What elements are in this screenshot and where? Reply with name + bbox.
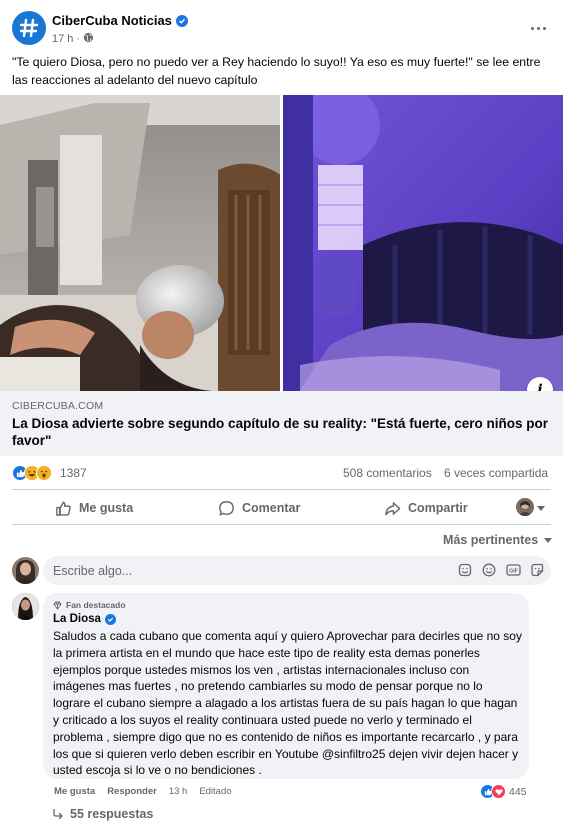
verified-icon <box>175 14 188 27</box>
link-title: La Diosa advierte sobre segundo capítulo… <box>12 416 549 448</box>
page-name[interactable]: CiberCuba Noticias <box>52 13 172 28</box>
post-time[interactable]: 17 h <box>52 33 73 45</box>
svg-text:GIF: GIF <box>509 569 518 575</box>
post-meta: 17 h · <box>52 32 94 46</box>
comment-edited: Editado <box>199 786 232 797</box>
more-options-button[interactable] <box>526 18 550 38</box>
fan-badge-label: Fan destacado <box>66 600 126 610</box>
comments-count[interactable]: 508 comentarios <box>343 466 432 480</box>
comment-icon <box>219 500 234 516</box>
user-avatar-icon <box>516 498 534 516</box>
comment-text: Saludos a cada cubano que comenta aquí y… <box>53 629 522 778</box>
more-icon-dot <box>530 26 534 30</box>
current-user-avatar[interactable] <box>12 557 39 584</box>
sticker-icon[interactable] <box>457 562 473 578</box>
avatar-sticker-icon[interactable] <box>529 562 545 578</box>
emoji-icon[interactable] <box>481 562 497 578</box>
globe-icon <box>83 32 94 46</box>
user-avatar-icon <box>12 557 39 584</box>
separator-dot: · <box>76 33 81 45</box>
user-avatar-icon <box>12 593 39 620</box>
like-label: Me gusta <box>79 501 134 515</box>
like-icon <box>56 501 71 516</box>
more-icon-dot <box>542 26 546 30</box>
reaction-icons[interactable] <box>12 465 52 481</box>
comment-actions: Me gusta Responder 13 h Editado <box>54 786 232 797</box>
page-name-row: CiberCuba Noticias <box>52 13 188 28</box>
comment-button[interactable]: Comentar <box>218 497 300 519</box>
shares-count[interactable]: 6 veces compartida <box>444 466 548 480</box>
comment-placeholder: Escribe algo... <box>53 563 133 578</box>
love-icon <box>491 784 506 799</box>
video-thumbnail <box>0 95 563 391</box>
post-as-avatar[interactable] <box>516 498 534 516</box>
link-preview-card[interactable]: CIBERCUBA.COM La Diosa advierte sobre se… <box>0 391 563 456</box>
caret-down-icon[interactable] <box>537 506 545 511</box>
fan-badge: Fan destacado <box>53 600 126 610</box>
like-button[interactable]: Me gusta <box>55 497 133 519</box>
cibercuba-logo-icon <box>19 18 39 38</box>
comment-author-row: La Diosa <box>53 613 116 625</box>
share-icon <box>385 501 401 515</box>
replies-label: 55 respuestas <box>70 807 154 821</box>
comment-time[interactable]: 13 h <box>169 786 188 797</box>
post-text: "Te quiero Diosa, pero no puedo ver a Re… <box>12 55 541 87</box>
commenter-avatar[interactable] <box>12 593 39 620</box>
reply-arrow-icon <box>53 808 63 820</box>
sort-label: Más pertinentes <box>443 533 539 547</box>
comment-reply-button[interactable]: Responder <box>107 786 157 797</box>
view-replies-button[interactable]: 55 respuestas <box>52 807 153 821</box>
share-label: Compartir <box>408 501 468 515</box>
page-avatar[interactable] <box>12 11 46 45</box>
comment-author[interactable]: La Diosa <box>53 613 101 625</box>
reactions-count[interactable]: 1387 <box>60 466 87 480</box>
comment-like-button[interactable]: Me gusta <box>54 786 95 797</box>
comment-input-tools: GIF <box>457 562 545 578</box>
divider <box>12 489 551 490</box>
gif-icon[interactable]: GIF <box>505 562 521 578</box>
comment-reactions-count: 445 <box>509 785 527 798</box>
comment-bubble: Fan destacado La Diosa Saludos a cada cu… <box>43 593 529 779</box>
link-domain: CIBERCUBA.COM <box>12 400 104 412</box>
fan-badge-icon <box>53 600 62 610</box>
more-icon-dot <box>536 26 540 30</box>
comment-label: Comentar <box>242 501 301 515</box>
verified-icon <box>104 613 116 625</box>
comment-sort-dropdown[interactable]: Más pertinentes <box>443 533 553 547</box>
post-image[interactable] <box>0 95 563 391</box>
comment-reactions[interactable]: 445 <box>480 784 527 799</box>
wow-icon <box>36 465 52 481</box>
share-button[interactable]: Compartir <box>384 497 468 519</box>
caret-down-icon <box>544 537 553 543</box>
divider <box>12 524 551 525</box>
